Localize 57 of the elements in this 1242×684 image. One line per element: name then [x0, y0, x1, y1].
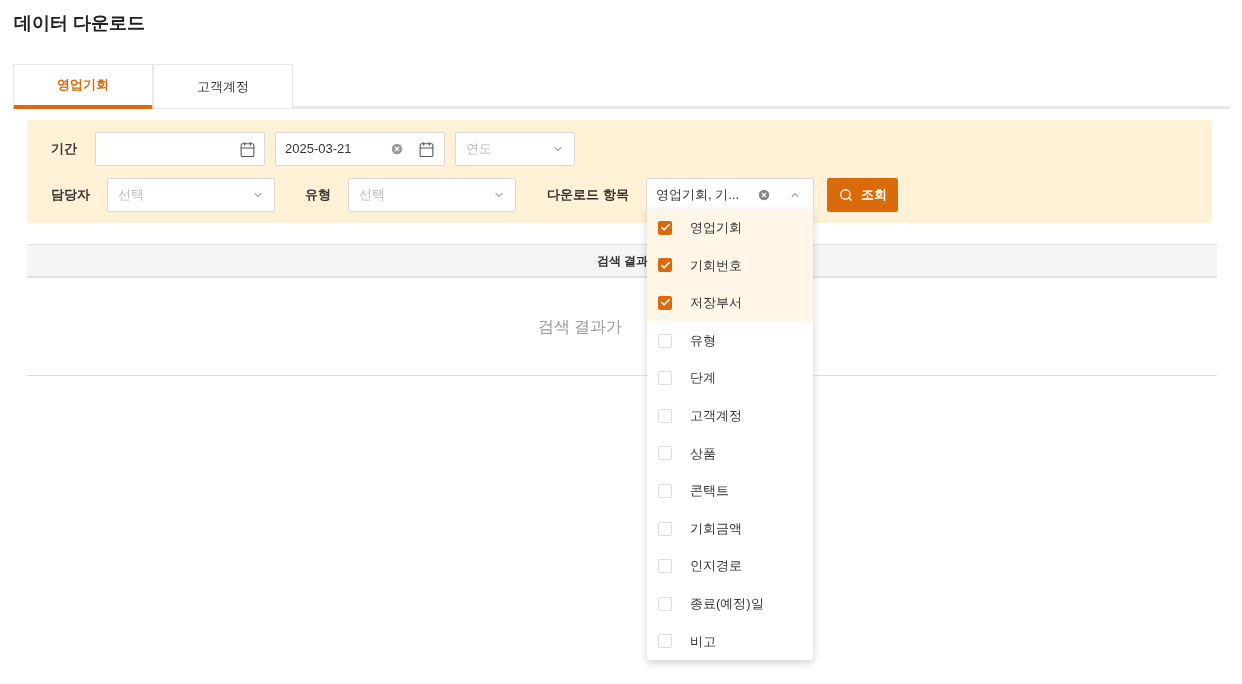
- checkbox[interactable]: [658, 220, 672, 235]
- dropdown-option[interactable]: 상품: [647, 434, 813, 473]
- dropdown-option[interactable]: 비고: [647, 622, 813, 661]
- checkbox[interactable]: [658, 483, 672, 498]
- field-label: 담당자: [51, 186, 91, 205]
- dropdown-option[interactable]: 고객계정: [647, 396, 813, 435]
- dropdown-option[interactable]: 단계: [647, 359, 813, 397]
- dropdown-option[interactable]: 유형: [647, 321, 813, 360]
- checkbox[interactable]: [658, 559, 672, 574]
- option-label: 기회금액: [690, 519, 742, 538]
- calendar-icon: [418, 140, 435, 158]
- select-value: 영업기회, 기...: [656, 186, 740, 205]
- checkbox[interactable]: [658, 446, 672, 461]
- dropdown-option[interactable]: 영업기회: [647, 209, 813, 247]
- field-label: 기간: [51, 140, 78, 159]
- empty-message: 검색 결과가: [538, 316, 623, 337]
- select-placeholder: 선택: [359, 186, 385, 205]
- page-title: 데이터 다운로드: [14, 12, 146, 35]
- option-label: 인지경로: [690, 557, 742, 576]
- date-field[interactable]: 2025-03-21: [275, 132, 445, 166]
- select-placeholder: 연도: [466, 140, 492, 159]
- option-label: 종료(예정)일: [690, 595, 764, 613]
- date-field[interactable]: [95, 132, 265, 166]
- checkbox[interactable]: [658, 371, 672, 386]
- search-icon: [838, 188, 853, 202]
- option-label: 저장부서: [690, 294, 742, 313]
- checkbox[interactable]: [658, 258, 672, 273]
- dropdown-option[interactable]: 종료(예정)일: [647, 584, 813, 623]
- option-label: 콘택트: [690, 482, 729, 501]
- multi-select-field[interactable]: 영업기회, 기...: [646, 178, 814, 212]
- checkbox[interactable]: [658, 408, 672, 423]
- tab[interactable]: 고객계정: [153, 64, 293, 109]
- checkbox[interactable]: [658, 634, 672, 649]
- date-value: 2025-03-21: [285, 140, 352, 159]
- clear-icon[interactable]: [757, 188, 771, 202]
- checkbox[interactable]: [658, 296, 672, 310]
- column-header: 검색 결과: [597, 252, 649, 270]
- option-label: 기회번호: [690, 256, 742, 275]
- option-label: 상품: [690, 444, 716, 463]
- option-label: 비고: [690, 632, 716, 651]
- option-label: 유형: [690, 331, 716, 350]
- dropdown-option[interactable]: 콘택트: [647, 472, 813, 510]
- checkbox[interactable]: [658, 596, 672, 611]
- option-label: 영업기회: [690, 219, 742, 238]
- dropdown-option[interactable]: 저장부서: [647, 284, 813, 322]
- checkbox[interactable]: [658, 521, 672, 536]
- select-placeholder: 선택: [118, 186, 144, 205]
- calendar-icon: [239, 140, 256, 158]
- checkbox[interactable]: [658, 333, 672, 348]
- clear-icon[interactable]: [390, 142, 404, 156]
- option-label: 고객계정: [690, 407, 742, 425]
- dropdown-option[interactable]: 기회번호: [647, 246, 813, 285]
- field-label: 다운로드 항목: [547, 186, 630, 205]
- dropdown-option[interactable]: 인지경로: [647, 547, 813, 585]
- dropdown-option[interactable]: 기회금액: [647, 509, 813, 548]
- option-label: 단계: [690, 369, 716, 388]
- field-label: 유형: [305, 186, 332, 205]
